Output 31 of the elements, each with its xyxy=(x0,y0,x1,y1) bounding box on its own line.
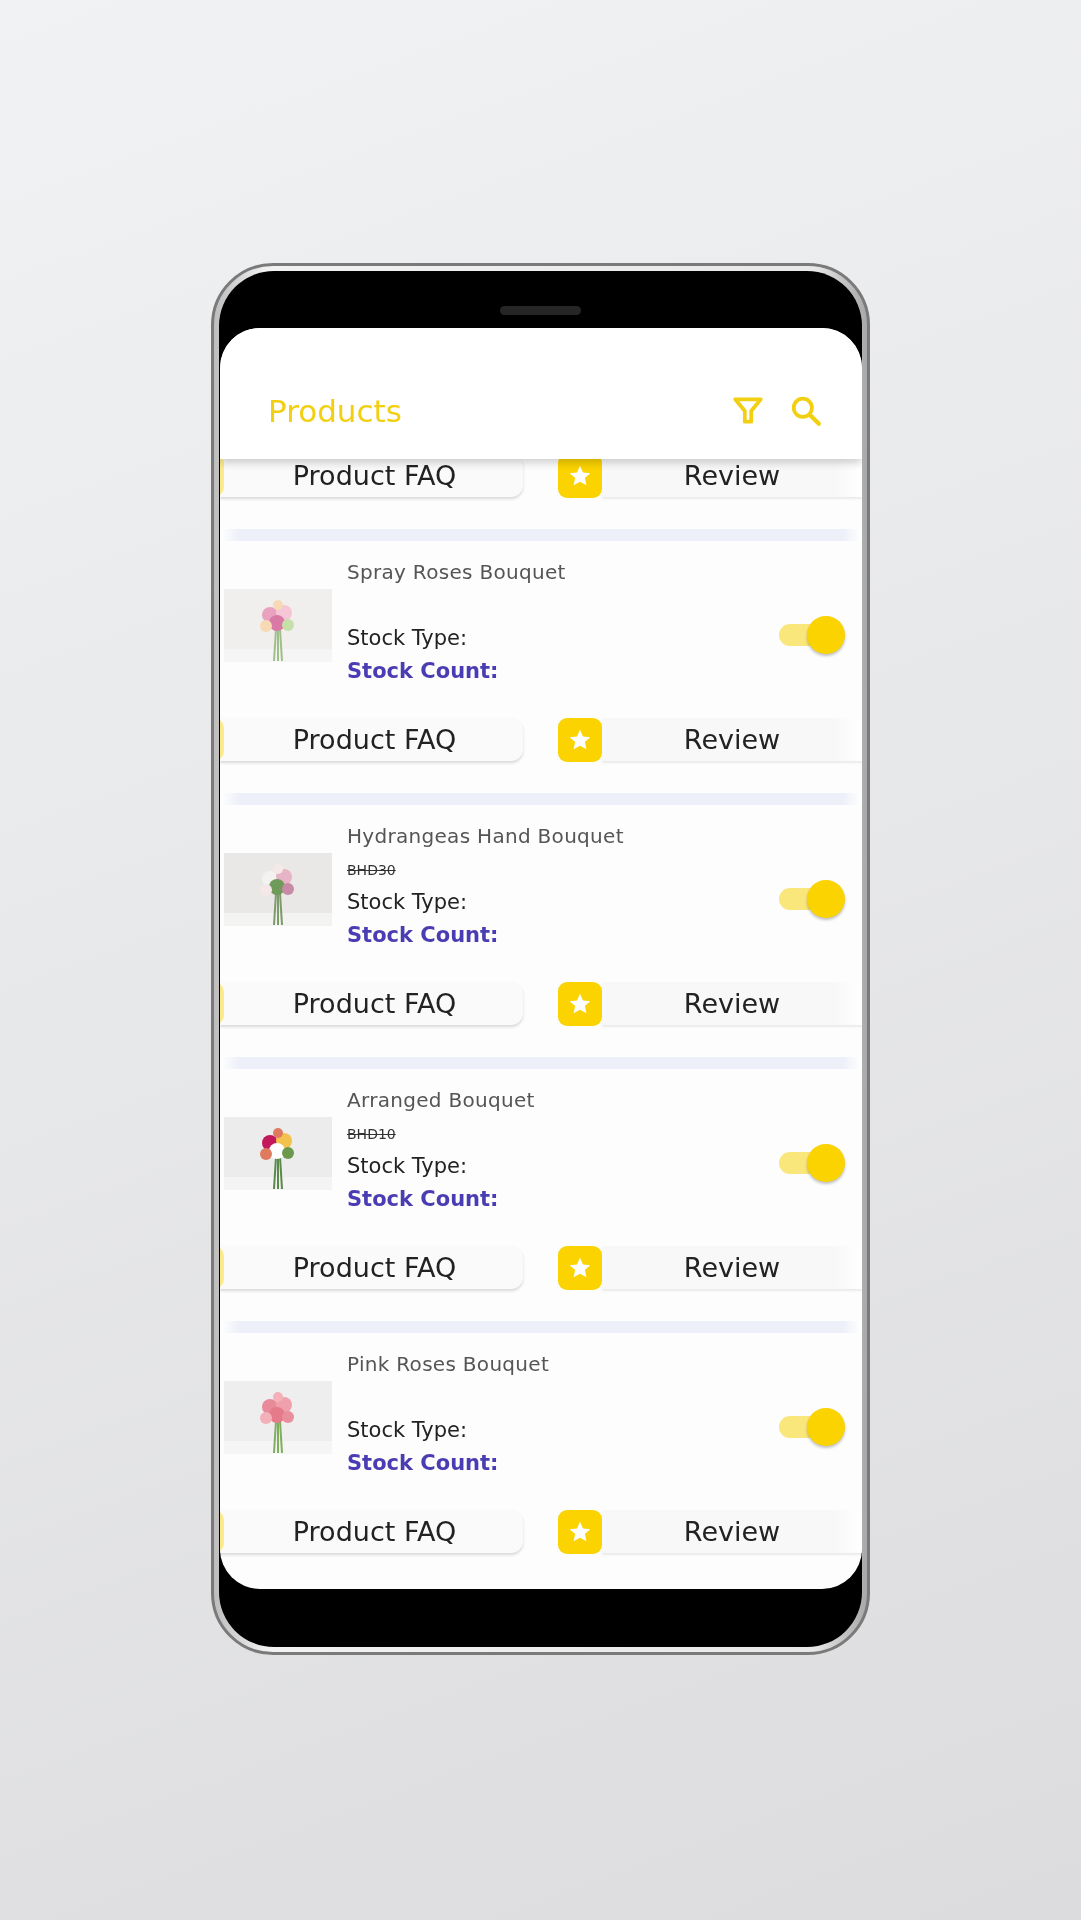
old-price: BHD30 xyxy=(347,862,396,878)
review-button[interactable]: Review xyxy=(602,1246,862,1289)
product-name: Spray Roses Bouquet xyxy=(347,559,567,586)
page-title: Products xyxy=(268,392,403,429)
product-faq-button[interactable]: Product FAQ xyxy=(220,718,523,761)
product-name: Pink Roses Bouquet xyxy=(347,1351,551,1378)
toggle-switch[interactable] xyxy=(779,1144,845,1182)
product-faq-button[interactable]: Product FAQ xyxy=(220,1510,523,1553)
product-faq-button[interactable]: Product FAQ xyxy=(220,1246,523,1289)
product-name: Arranged Bouquet xyxy=(347,1087,536,1114)
stock-count-label: Stock Count: xyxy=(347,1186,500,1213)
stock-count-label: Stock Count: xyxy=(347,922,500,949)
product-faq-button[interactable]: Product FAQ xyxy=(220,459,523,497)
toggle-switch[interactable] xyxy=(779,1408,845,1446)
old-price: BHD10 xyxy=(347,1126,396,1142)
review-button[interactable]: Review xyxy=(602,718,862,761)
review-button[interactable]: Review xyxy=(602,459,862,497)
review-button[interactable]: Review xyxy=(602,982,862,1025)
stock-type-label: Stock Type: xyxy=(347,1417,469,1444)
product-faq-button[interactable]: Product FAQ xyxy=(220,982,523,1025)
search-icon[interactable] xyxy=(790,394,822,427)
stock-type-label: Stock Type: xyxy=(347,625,469,652)
stock-type-label: Stock Type: xyxy=(347,1153,469,1180)
stock-count-label: Stock Count: xyxy=(347,658,500,685)
filter-icon[interactable] xyxy=(732,394,764,427)
stock-type-label: Stock Type: xyxy=(347,889,469,916)
toggle-switch[interactable] xyxy=(779,616,845,654)
product-name: Hydrangeas Hand Bouquet xyxy=(347,823,625,850)
stock-count-label: Stock Count: xyxy=(347,1450,500,1477)
review-button[interactable]: Review xyxy=(602,1510,862,1553)
toggle-switch[interactable] xyxy=(779,880,845,918)
